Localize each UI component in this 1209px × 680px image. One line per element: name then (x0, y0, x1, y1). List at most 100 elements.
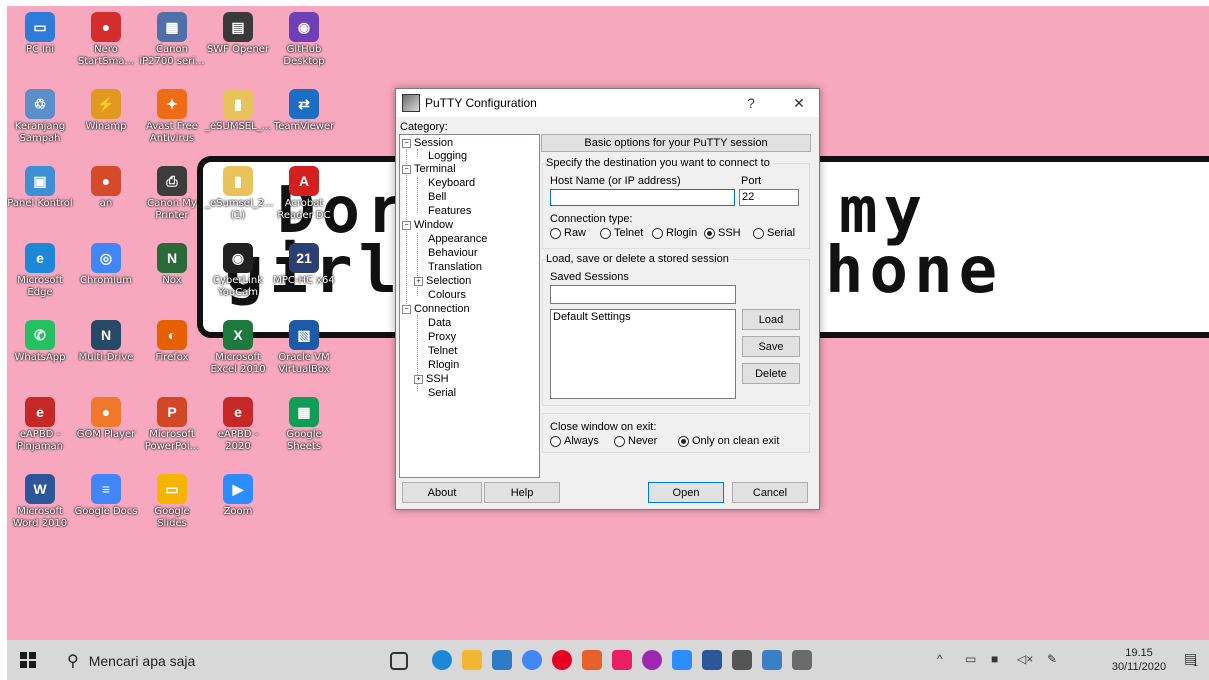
tree-item-logging[interactable]: Logging (428, 150, 467, 162)
tree-item-session[interactable]: − Session (402, 137, 453, 149)
desktop-icon[interactable]: ▣ Panel Kontrol (7, 164, 73, 240)
tree-item-selection[interactable]: + Selection (414, 275, 471, 287)
chevron-up-icon[interactable]: ^ (937, 652, 943, 666)
network-icon[interactable] (762, 650, 782, 670)
list-item[interactable]: Default Settings (553, 310, 735, 324)
word-icon[interactable] (702, 650, 722, 670)
media-icon[interactable] (612, 650, 632, 670)
radio-serial[interactable]: Serial (753, 227, 795, 239)
tree-item-behaviour[interactable]: Behaviour (428, 247, 478, 259)
desktop-icon[interactable]: ⎙ Canon My Printer (139, 164, 205, 240)
desktop-icon[interactable]: ▧ Oracle VM VirtualBox (271, 318, 337, 394)
help-icon[interactable]: ? (741, 93, 761, 113)
desktop-icon[interactable]: ⚡ Winamp (73, 87, 139, 163)
picsart-icon[interactable] (642, 650, 662, 670)
tree-item-keyboard[interactable]: Keyboard (428, 177, 475, 189)
desktop-icon[interactable]: ▤ SWF Opener (205, 10, 271, 86)
desktop-icon[interactable]: P Microsoft PowerPoi... (139, 395, 205, 471)
tree-item-serial[interactable]: Serial (428, 387, 456, 399)
radio-raw[interactable]: Raw (550, 227, 586, 239)
tree-item-data[interactable]: Data (428, 317, 451, 329)
app-icon[interactable] (582, 650, 602, 670)
tree-item-window[interactable]: − Window (402, 219, 453, 231)
desktop-icon[interactable]: ◉ CyberLink YouCam (205, 241, 271, 317)
cancel-button[interactable]: Cancel (732, 482, 808, 503)
tree-item-translation[interactable]: Translation (428, 261, 482, 273)
desktop-icon[interactable]: W Microsoft Word 2010 (7, 472, 73, 548)
desktop-icon[interactable]: ▭ PC ini (7, 10, 73, 86)
desktop-icon[interactable]: ◐ Firefox (139, 318, 205, 394)
desktop-icon[interactable]: N Nox (139, 241, 205, 317)
desktop-icon[interactable]: ◉ GitHub Desktop (271, 10, 337, 86)
tree-item-telnet[interactable]: Telnet (428, 345, 457, 357)
desktop-icon[interactable]: ▮ _eSumsel_2... (1) (205, 164, 274, 240)
task-view-icon[interactable] (390, 652, 408, 670)
desktop-icon[interactable]: N Multi-Drive (73, 318, 139, 394)
tree-item-appearance[interactable]: Appearance (428, 233, 487, 245)
desktop-icon[interactable]: ✦ Avast Free Antivirus (139, 87, 205, 163)
chromium-icon[interactable] (522, 650, 542, 670)
radio-only-on-clean-exit[interactable]: Only on clean exit (678, 435, 779, 447)
virtualbox-icon[interactable] (732, 650, 752, 670)
desktop-icon[interactable]: ≡ Google Docs (73, 472, 139, 548)
tree-item-bell[interactable]: Bell (428, 191, 446, 203)
desktop-icon[interactable]: ▦ Canon iP2700 seri... (139, 10, 205, 86)
desktop-icon-label: MPC-HC x64 (273, 275, 335, 286)
close-icon[interactable]: ✕ (789, 93, 809, 113)
radio-ssh[interactable]: SSH (704, 227, 741, 239)
volume-muted-icon[interactable]: ◁× (1017, 652, 1033, 666)
desktop-icon[interactable]: ▭ Google Slides (139, 472, 205, 548)
desktop-icon[interactable]: ● GOM Player (73, 395, 139, 471)
desktop-icon[interactable]: X Microsoft Excel 2010 (205, 318, 271, 394)
delete-button[interactable]: Delete (742, 363, 800, 384)
saved-sessions-input[interactable] (550, 285, 736, 304)
screen-icon[interactable]: ■ (991, 652, 998, 666)
tree-item-terminal[interactable]: − Terminal (402, 163, 456, 175)
desktop-icon[interactable]: e eAPBD - Pinjaman (7, 395, 73, 471)
desktop-icon[interactable]: ✆ WhatsApp (7, 318, 73, 394)
desktop-icon[interactable]: ⇄ TeamViewer (271, 87, 337, 163)
sessions-listbox[interactable]: Default Settings (550, 309, 736, 399)
zoom-icon[interactable] (672, 650, 692, 670)
desktop-icon[interactable]: ◎ Chromium (73, 241, 139, 317)
windows-start-icon[interactable] (20, 652, 36, 668)
window-titlebar[interactable]: PuTTY Configuration ? ✕ (396, 89, 819, 117)
desktop-icon[interactable]: ▶ Zoom (205, 472, 271, 548)
tree-item-rlogin[interactable]: Rlogin (428, 359, 459, 371)
app-icon: ✆ (25, 320, 55, 350)
battery-icon[interactable]: ▭ (965, 652, 976, 666)
desktop-icon[interactable]: ▮ _eSUMSEL_... (205, 87, 271, 163)
desktop-icon[interactable]: e Microsoft Edge (7, 241, 73, 317)
tree-item-features[interactable]: Features (428, 205, 471, 217)
file-explorer-icon[interactable] (462, 650, 482, 670)
putty-icon[interactable] (792, 650, 812, 670)
desktop-icon[interactable]: ● Nero StartSma... (73, 10, 139, 86)
help-button[interactable]: Help (484, 482, 560, 503)
tree-item-ssh[interactable]: + SSH (414, 373, 449, 385)
save-button[interactable]: Save (742, 336, 800, 357)
edge-icon[interactable] (432, 650, 452, 670)
host-name-input[interactable] (550, 189, 735, 206)
radio-telnet[interactable]: Telnet (600, 227, 643, 239)
radio-rlogin[interactable]: Rlogin (652, 227, 697, 239)
desktop-icon[interactable]: ▦ Google Sheets (271, 395, 337, 471)
desktop-icon[interactable]: ♲ Keranjang Sampah (7, 87, 73, 163)
port-input[interactable]: 22 (739, 189, 799, 206)
pinterest-icon[interactable] (552, 650, 572, 670)
about-button[interactable]: About (402, 482, 482, 503)
desktop-icon[interactable]: e eAPBD - 2020 (205, 395, 271, 471)
pen-icon[interactable]: ✎ (1047, 652, 1057, 666)
radio-never[interactable]: Never (614, 435, 657, 447)
clock[interactable]: 19.15 30/11/2020 (1104, 646, 1174, 674)
open-button[interactable]: Open (648, 482, 724, 503)
taskbar-search[interactable]: ⚲ Mencari apa saja (57, 646, 367, 676)
tree-item-colours[interactable]: Colours (428, 289, 466, 301)
desktop-icon[interactable]: 21 MPC-HC x64 (271, 241, 337, 317)
radio-always[interactable]: Always (550, 435, 599, 447)
tree-item-proxy[interactable]: Proxy (428, 331, 456, 343)
load-button[interactable]: Load (742, 309, 800, 330)
desktop-icon[interactable]: A Acrobat Reader DC (271, 164, 337, 240)
store-icon[interactable] (492, 650, 512, 670)
tree-item-connection[interactable]: − Connection (402, 303, 470, 315)
desktop-icon[interactable]: ● an (73, 164, 139, 240)
